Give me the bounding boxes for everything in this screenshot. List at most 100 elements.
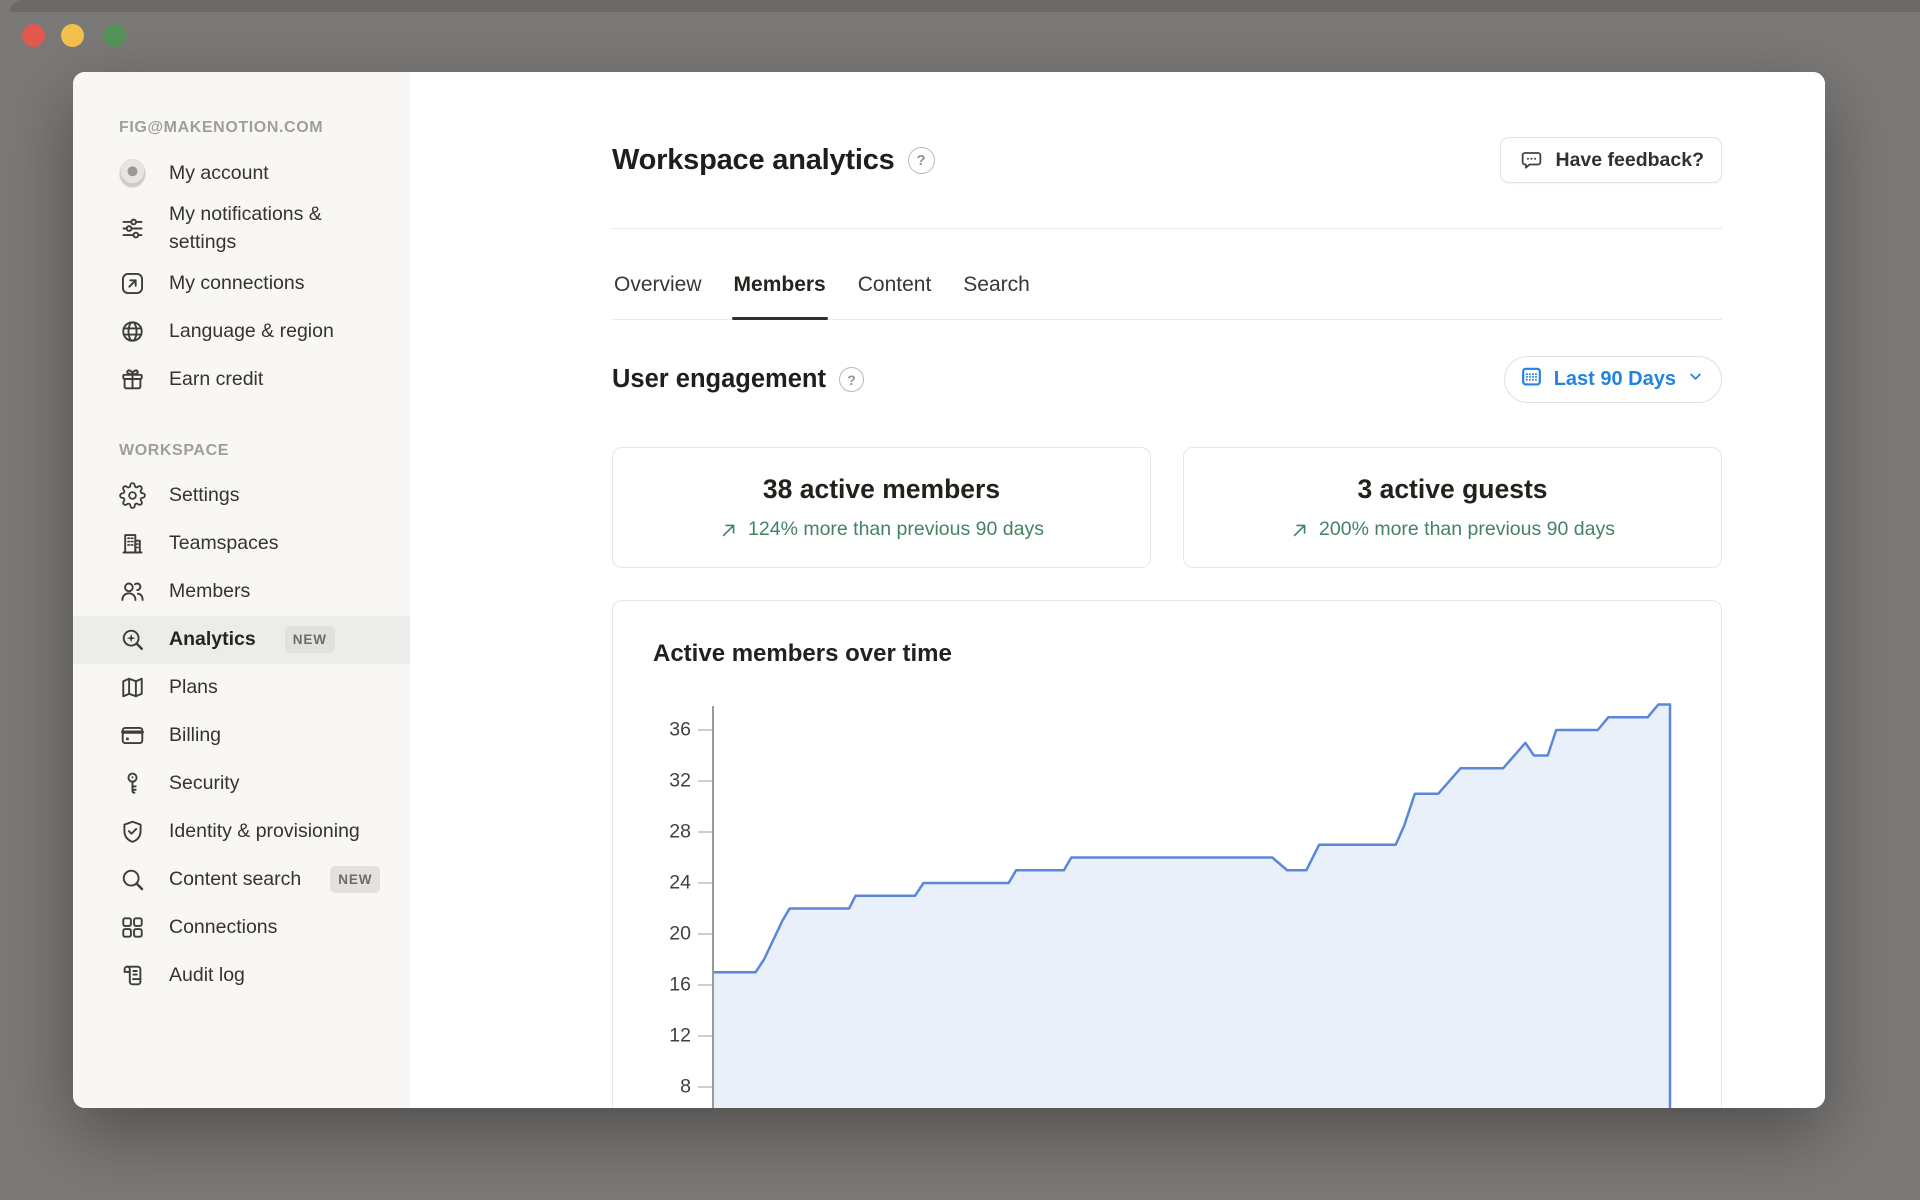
tab-search[interactable]: Search: [961, 229, 1032, 319]
avatar-icon: [119, 160, 146, 187]
settings-main-panel: Workspace analytics ? Have feedback? Ove…: [410, 72, 1825, 1108]
map-icon: [119, 674, 146, 701]
sidebar-item-security[interactable]: Security: [73, 760, 410, 808]
y-axis-tick-mark: [698, 831, 712, 833]
arrow-up-right-icon: [719, 520, 739, 540]
sidebar-item-members[interactable]: Members: [73, 568, 410, 616]
sidebar-item-audit-log[interactable]: Audit log: [73, 952, 410, 1000]
sidebar-item-label: Audit log: [169, 961, 245, 989]
sidebar-item-billing[interactable]: Billing: [73, 712, 410, 760]
sliders-icon: [119, 215, 146, 242]
key-icon: [119, 770, 146, 797]
analytics-tab-bar: Overview Members Content Search: [612, 229, 1722, 320]
account-section-list: My account My notifications & settings My …: [73, 149, 410, 404]
sidebar-item-label: Earn credit: [169, 365, 263, 393]
zoom-window-button[interactable]: [103, 24, 126, 47]
chart-plot-area: 36 32 28 24 20 16 12 8: [613, 691, 1721, 1108]
y-axis-tick-mark: [698, 729, 712, 731]
sidebar-item-content-search[interactable]: Content search NEW: [73, 856, 410, 904]
area-chart: [713, 691, 1722, 1108]
user-engagement-title: User engagement: [612, 365, 826, 394]
background-window-edge: [10, 0, 1920, 12]
stat-delta-label: 124% more than previous 90 days: [748, 518, 1044, 541]
y-axis-tick-label: 32: [613, 770, 691, 793]
notion-settings-dialog: FIG@MAKENOTION.COM My accountMy notifica…: [73, 72, 1825, 1108]
y-axis-tick-mark: [698, 780, 712, 782]
sidebar-item-label: My account: [169, 159, 269, 187]
workspace-section-label: WORKSPACE: [73, 442, 410, 460]
tab-members[interactable]: Members: [732, 229, 828, 319]
close-window-button[interactable]: [22, 24, 45, 47]
sidebar-item-language-region[interactable]: Language & region: [73, 308, 410, 356]
y-axis-tick-label: 36: [613, 719, 691, 742]
stat-value: 38 active members: [763, 474, 1000, 505]
y-axis-tick-mark: [698, 984, 712, 986]
new-badge: NEW: [285, 626, 335, 653]
sidebar-item-label: Teamspaces: [169, 529, 278, 557]
minimize-window-button[interactable]: [61, 24, 84, 47]
sidebar-item-label: Identity & provisioning: [169, 817, 360, 845]
scroll-icon: [119, 962, 146, 989]
sidebar-item-label: Analytics: [169, 625, 256, 653]
stat-delta-label: 200% more than previous 90 days: [1319, 518, 1615, 541]
gift-icon: [119, 366, 146, 393]
shield-check-icon: [119, 818, 146, 845]
settings-sidebar: FIG@MAKENOTION.COM My accountMy notifica…: [73, 72, 410, 1108]
help-icon[interactable]: ?: [839, 367, 864, 392]
stat-card-38-active-members: 38 active members 124% more than previous…: [612, 447, 1151, 568]
people-icon: [119, 578, 146, 605]
sidebar-item-connections[interactable]: Connections: [73, 904, 410, 952]
credit-card-icon: [119, 722, 146, 749]
sidebar-item-label: Connections: [169, 913, 277, 941]
y-axis-tick-label: 8: [613, 1076, 691, 1099]
sidebar-item-label: Members: [169, 577, 250, 605]
chart-title: Active members over time: [613, 601, 1721, 668]
sidebar-item-label: Settings: [169, 481, 239, 509]
magnifier-icon: [119, 866, 146, 893]
page-title: Workspace analytics: [612, 144, 895, 177]
sidebar-item-my-connections[interactable]: My connections: [73, 260, 410, 308]
sidebar-item-label: Security: [169, 769, 239, 797]
active-members-chart-card: Active members over time 36 32 28 24 20 16 12 8: [612, 600, 1722, 1108]
have-feedback-label: Have feedback?: [1556, 149, 1705, 172]
sidebar-item-my-notifications-settings[interactable]: My notifications & settings: [73, 197, 410, 260]
sidebar-item-settings[interactable]: Settings: [73, 472, 410, 520]
new-badge: NEW: [330, 866, 380, 893]
y-axis-tick-label: 16: [613, 974, 691, 997]
sidebar-item-analytics[interactable]: Analytics NEW: [73, 616, 410, 664]
calendar-icon: [1519, 364, 1544, 395]
traffic-lights: [0, 0, 140, 60]
sidebar-item-label: My notifications & settings: [169, 200, 394, 257]
stat-delta: 200% more than previous 90 days: [1290, 518, 1615, 541]
gear-icon: [119, 482, 146, 509]
sidebar-item-label: Language & region: [169, 317, 334, 345]
building-icon: [119, 530, 146, 557]
y-axis-tick-mark: [698, 933, 712, 935]
grid-icon: [119, 914, 146, 941]
chevron-down-icon: [1686, 367, 1705, 392]
sidebar-item-my-account[interactable]: My account: [73, 149, 410, 197]
sidebar-item-label: Billing: [169, 721, 221, 749]
stat-card-3-active-guests: 3 active guests200% more than previous 9…: [1183, 447, 1722, 568]
sidebar-item-earn-credit[interactable]: Earn credit: [73, 356, 410, 404]
y-axis-tick-label: 12: [613, 1025, 691, 1048]
tab-content[interactable]: Content: [856, 229, 934, 319]
y-axis-tick-mark: [698, 1035, 712, 1037]
y-axis-tick-label: 20: [613, 923, 691, 946]
sidebar-item-plans[interactable]: Plans: [73, 664, 410, 712]
chat-bubble-icon: [1518, 147, 1545, 174]
sidebar-item-teamspaces[interactable]: Teamspaces: [73, 520, 410, 568]
y-axis-tick-label: 24: [613, 872, 691, 895]
y-axis-tick-mark: [698, 1086, 712, 1088]
sidebar-item-identity-provisioning[interactable]: Identity & provisioning: [73, 808, 410, 856]
date-range-dropdown[interactable]: Last 90 Days: [1504, 356, 1722, 403]
sidebar-item-label: My connections: [169, 269, 304, 297]
tab-overview[interactable]: Overview: [612, 229, 704, 319]
sidebar-item-label: Content search: [169, 865, 301, 893]
have-feedback-button[interactable]: Have feedback?: [1500, 137, 1723, 183]
sidebar-item-label: Plans: [169, 673, 218, 701]
help-icon[interactable]: ?: [908, 147, 935, 174]
y-axis-line: [712, 706, 714, 1108]
y-axis-tick-label: 28: [613, 821, 691, 844]
arrow-up-right-icon: [1290, 520, 1310, 540]
